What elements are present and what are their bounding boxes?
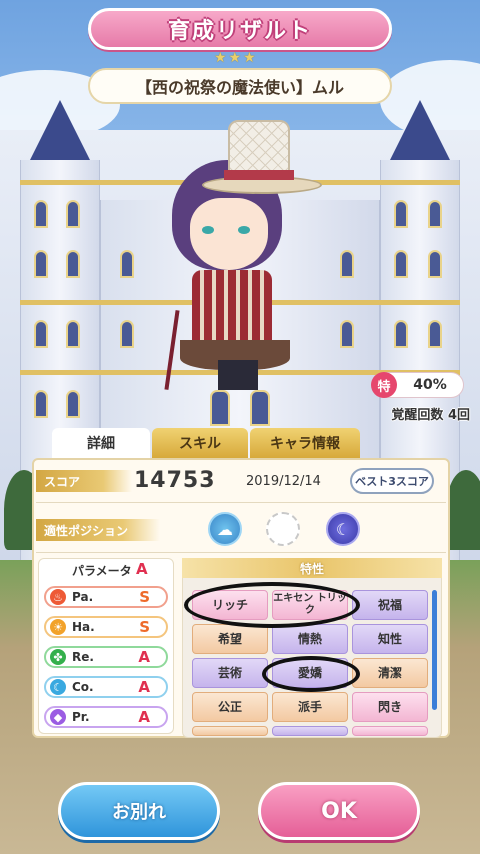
character-sprite (150, 120, 330, 390)
traits-scrollbar[interactable] (432, 590, 437, 710)
window (394, 250, 408, 278)
moon-icon: ☾ (50, 679, 66, 695)
param-row-re: ✤ Re. A (44, 646, 168, 668)
character-legs (218, 360, 258, 390)
score-value: 14753 (134, 468, 216, 493)
divider (36, 552, 446, 553)
parameter-overall-grade: A (136, 560, 148, 578)
tab-bar: 詳細 スキル キャラ情報 (52, 428, 360, 458)
param-grade: A (138, 708, 150, 726)
trait-tag[interactable]: 公正 (192, 692, 268, 722)
window (34, 390, 48, 418)
awakening-rate: 特 40% (371, 372, 464, 398)
trait-tag[interactable]: 派手 (272, 692, 348, 722)
trait-tag[interactable]: 閃き (352, 692, 428, 722)
tower-roof (390, 100, 450, 160)
character-name-banner: 【西の祝祭の魔法使い】ムル (88, 68, 392, 104)
window (66, 200, 80, 228)
position-moon-icon: ☾ (326, 512, 360, 546)
param-name: Co. (72, 680, 94, 694)
window (66, 250, 80, 278)
position-cloud-icon: ☁ (208, 512, 242, 546)
window (394, 320, 408, 348)
window (34, 200, 48, 228)
window (428, 320, 442, 348)
character-hat-band (224, 170, 294, 180)
awakening-percent: 40% (413, 377, 447, 393)
sun-icon: ☀ (50, 619, 66, 635)
wand-icon (164, 310, 180, 390)
param-name: Pa. (72, 590, 94, 604)
param-row-co: ☾ Co. A (44, 676, 168, 698)
param-row-pa: ♨ Pa. S (44, 586, 168, 608)
param-name: Re. (72, 650, 94, 664)
window (34, 320, 48, 348)
param-name: Ha. (72, 620, 95, 634)
window (120, 250, 134, 278)
page-title: 育成リザルト (167, 19, 312, 44)
window (428, 200, 442, 228)
ok-button[interactable]: OK (258, 782, 420, 840)
clover-icon: ✤ (50, 649, 66, 665)
tree (446, 470, 480, 550)
farewell-button[interactable]: お別れ (58, 782, 220, 840)
window (34, 250, 48, 278)
position-label: 適性ポジション (36, 519, 160, 541)
window (340, 320, 354, 348)
tower-roof (30, 100, 90, 160)
score-date: 2019/12/14 (246, 474, 321, 489)
position-empty-slot (266, 512, 300, 546)
trait-tag-partial (272, 726, 348, 736)
best3-score-button[interactable]: ベスト3スコア (350, 468, 434, 494)
window (340, 250, 354, 278)
window (428, 250, 442, 278)
special-badge-icon: 特 (371, 372, 397, 398)
window (66, 320, 80, 348)
gem-icon: ◆ (50, 709, 66, 725)
parameter-header: パラメータ (72, 564, 132, 578)
param-row-ha: ☀ Ha. S (44, 616, 168, 638)
trait-tag[interactable]: 芸術 (192, 658, 268, 688)
window (120, 320, 134, 348)
trait-tag[interactable]: 希望 (192, 624, 268, 654)
param-grade: A (138, 648, 150, 666)
score-label: スコア (36, 470, 132, 492)
param-grade: S (139, 618, 150, 636)
traits-header: 特性 (182, 558, 442, 578)
highlight-ring (184, 582, 360, 628)
character-face (190, 198, 268, 270)
param-row-pr: ◆ Pr. A (44, 706, 168, 728)
trait-tag-partial (352, 726, 428, 736)
param-grade: S (139, 588, 150, 606)
window (394, 200, 408, 228)
window (66, 390, 80, 418)
trait-tag[interactable]: 知性 (352, 624, 428, 654)
character-eye (202, 226, 214, 234)
param-name: Pr. (72, 710, 90, 724)
divider (36, 502, 446, 503)
awakening-count: 覚醒回数 4回 (391, 408, 470, 423)
window (250, 390, 270, 426)
trait-tag[interactable]: 清潔 (352, 658, 428, 688)
window (210, 390, 230, 426)
highlight-ring (262, 656, 360, 692)
rarity-stars: ★★★ (214, 50, 258, 66)
title-banner: 育成リザルト (88, 8, 392, 50)
trait-tag[interactable]: 情熱 (272, 624, 348, 654)
character-name: 【西の祝祭の魔法使い】ムル (135, 78, 344, 97)
tab-character-info[interactable]: キャラ情報 (250, 428, 360, 458)
trait-tag[interactable]: 祝福 (352, 590, 428, 620)
character-eye (238, 226, 250, 234)
tab-details[interactable]: 詳細 (52, 428, 150, 458)
trait-tag-partial (192, 726, 268, 736)
tab-skills[interactable]: スキル (152, 428, 248, 458)
param-grade: A (138, 678, 150, 696)
flame-icon: ♨ (50, 589, 66, 605)
